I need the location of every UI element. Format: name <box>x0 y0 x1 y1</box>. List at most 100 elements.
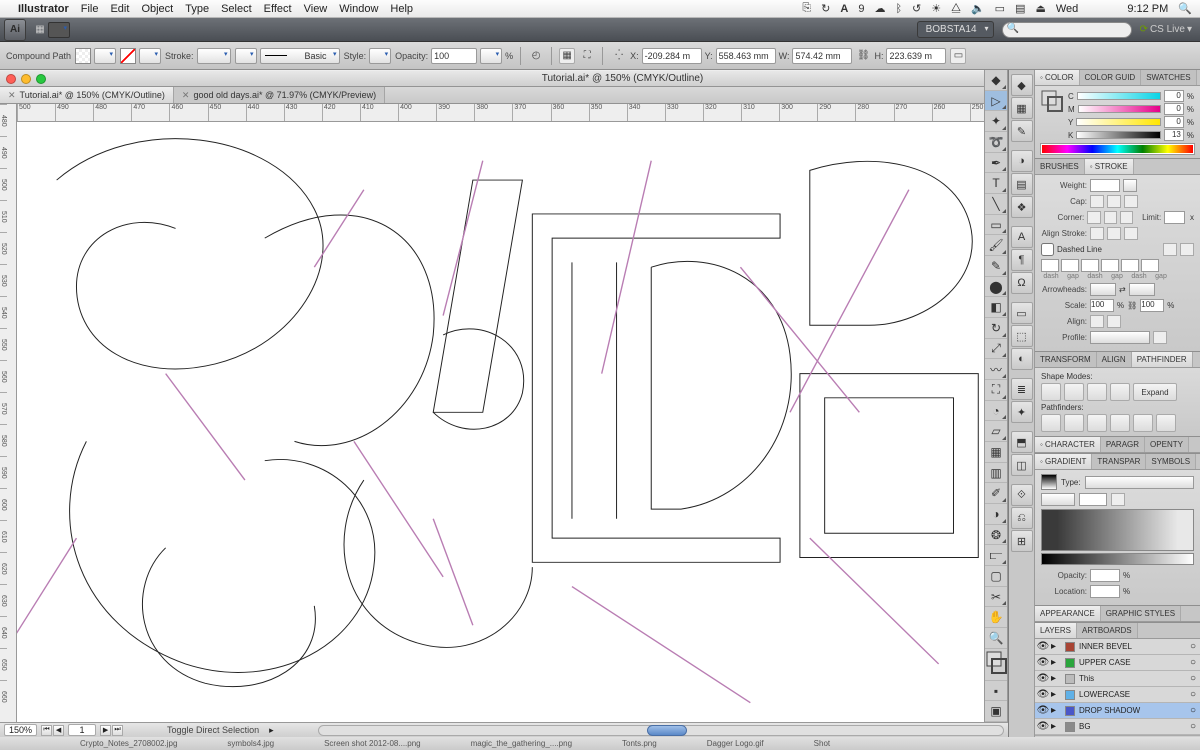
arrow-swap-icon[interactable]: ⇄ <box>1119 285 1126 294</box>
align-inside[interactable] <box>1107 227 1121 240</box>
arrow-align2[interactable] <box>1107 315 1121 328</box>
menu-help[interactable]: Help <box>390 3 413 15</box>
dock-item[interactable]: symbols4.jpg <box>227 739 274 748</box>
menu-window[interactable]: Window <box>339 3 378 15</box>
tab-close-icon[interactable]: ✕ <box>182 90 190 101</box>
panel-icon[interactable]: ✦ <box>1011 401 1033 423</box>
crop-button[interactable] <box>1110 414 1130 432</box>
nine-icon[interactable]: 9 <box>858 3 864 15</box>
intersect-button[interactable] <box>1087 383 1107 401</box>
layer-name[interactable]: LOWERCASE <box>1079 690 1186 699</box>
layer-target-icon[interactable]: ○ <box>1186 721 1200 732</box>
panel-icon[interactable]: ⟐ <box>1011 484 1033 506</box>
recolor-icon[interactable]: ◴ <box>528 48 544 64</box>
tool-direct-select[interactable]: ▷ <box>985 91 1007 112</box>
opacity-dd[interactable] <box>480 48 502 64</box>
layer-row[interactable]: 👁▸INNER BEVEL○ <box>1035 639 1200 655</box>
tool-color-mode[interactable]: ▪ <box>985 681 1007 702</box>
layer-expand-icon[interactable]: ▸ <box>1051 641 1061 652</box>
gradient-swatch[interactable] <box>1041 474 1057 490</box>
tool-type[interactable]: T <box>985 173 1007 194</box>
traffic-lights[interactable] <box>6 74 46 84</box>
panel-icon[interactable]: ◆ <box>1011 74 1033 96</box>
h-input[interactable]: 223.639 m <box>886 48 946 64</box>
menu-type[interactable]: Type <box>185 3 209 15</box>
opacity-input[interactable]: 100 <box>431 48 477 64</box>
panel-gradient[interactable]: ◦ GRADIENT TRANSPAR SYMBOLS Type: Opacit <box>1035 454 1200 606</box>
tool-eraser[interactable]: ◧ <box>985 297 1007 318</box>
brush-dd[interactable]: Basic <box>260 48 340 64</box>
divide-button[interactable] <box>1041 414 1061 432</box>
tool-screen-mode[interactable]: ▣ <box>985 701 1007 722</box>
tool-graph[interactable]: ⫍ <box>985 545 1007 566</box>
panel-icon-bar[interactable]: ◆ ▦ ✎ ◑ ▤ ❖ A ¶ Ω ▭ ⬚ ◐ ≣ ✦ ⬒ ◫ ⟐ ⎌ ⊞ <box>1009 70 1035 737</box>
battery-icon[interactable]: ▭ <box>995 2 1005 15</box>
color-c-input[interactable]: 0 <box>1164 90 1184 102</box>
dropbox-icon[interactable]: ⎘ <box>802 2 811 15</box>
expand-button[interactable]: Expand <box>1133 383 1177 401</box>
stroke-weight-dd[interactable] <box>197 48 231 64</box>
layer-target-icon[interactable]: ○ <box>1186 673 1200 684</box>
layer-name[interactable]: BG <box>1079 722 1186 731</box>
eject-icon[interactable]: ⏏ <box>1035 2 1045 15</box>
tool-free-transform[interactable]: ⛶ <box>985 380 1007 401</box>
dock-item[interactable]: Dagger Logo.gif <box>707 739 764 748</box>
layer-row[interactable]: 👁▸LOWERCASE○ <box>1035 687 1200 703</box>
tools-panel[interactable]: ◆ ▷ ✦ ➰ ✒ T ╲ ▭ 🖌 ✎ ⬤ ◧ ↻ ⤢ 〰 ⛶ ◔ ▱ ▦ ▥ … <box>984 70 1008 722</box>
more-icon[interactable]: ▭ <box>950 48 966 64</box>
fill-stroke-proxy-icon[interactable] <box>1041 90 1063 142</box>
layer-visibility-icon[interactable]: 👁 <box>1035 673 1051 684</box>
arrow-start[interactable] <box>1090 283 1116 296</box>
minimize-icon[interactable] <box>21 74 31 84</box>
layer-visibility-icon[interactable]: 👁 <box>1035 657 1051 668</box>
unite-button[interactable] <box>1041 383 1061 401</box>
panel-icon[interactable]: ▤ <box>1011 173 1033 195</box>
tab-opentype[interactable]: OPENTY <box>1145 437 1189 452</box>
layer-target-icon[interactable]: ○ <box>1186 641 1200 652</box>
zoom-input[interactable]: 150% <box>4 724 37 736</box>
dash-align2[interactable] <box>1180 243 1194 256</box>
bridge-icon[interactable]: ▦ <box>32 22 48 38</box>
tab-swatches[interactable]: SWATCHES <box>1141 70 1196 85</box>
outline-button[interactable] <box>1133 414 1153 432</box>
tool-blob[interactable]: ⬤ <box>985 277 1007 298</box>
menu-edit[interactable]: Edit <box>110 3 129 15</box>
stroke-swatch[interactable] <box>120 48 136 64</box>
menubar-clock[interactable]: 9:12 PM <box>1088 3 1168 15</box>
tab-artboards[interactable]: ARTBOARDS <box>1077 623 1138 638</box>
layer-expand-icon[interactable]: ▸ <box>1051 721 1061 732</box>
menu-file[interactable]: File <box>81 3 99 15</box>
panel-icon[interactable]: ¶ <box>1011 249 1033 271</box>
tool-artboard[interactable]: ▢ <box>985 566 1007 587</box>
link-wh-icon[interactable]: ⛓ <box>855 48 871 64</box>
gradient-ramp[interactable] <box>1041 509 1194 551</box>
cap-butt[interactable] <box>1090 195 1104 208</box>
style-dd[interactable] <box>369 48 391 64</box>
cs-live-button[interactable]: ⟳CS Live ▾ <box>1140 24 1192 35</box>
spotlight-icon[interactable]: 🔍 <box>1178 2 1192 15</box>
layer-name[interactable]: INNER BEVEL <box>1079 642 1186 651</box>
panel-icon[interactable]: ⊞ <box>1011 530 1033 552</box>
fill-dd[interactable] <box>94 48 116 64</box>
grad-location[interactable] <box>1090 585 1120 598</box>
panel-icon[interactable]: ❖ <box>1011 196 1033 218</box>
panel-icon[interactable]: ◑ <box>1011 150 1033 172</box>
doc-tab[interactable]: ✕Tutorial.ai* @ 150% (CMYK/Outline) <box>0 87 174 103</box>
tab-transparency[interactable]: TRANSPAR <box>1092 454 1146 469</box>
dock-item[interactable]: Screen shot 2012-08....png <box>324 739 421 748</box>
layer-expand-icon[interactable]: ▸ <box>1051 705 1061 716</box>
panel-icon[interactable]: ▭ <box>1011 302 1033 324</box>
tab-stroke[interactable]: ◦ STROKE <box>1085 159 1134 174</box>
tool-eyedropper[interactable]: ✐ <box>985 483 1007 504</box>
layer-expand-icon[interactable]: ▸ <box>1051 689 1061 700</box>
color-k-input[interactable]: 13 <box>1164 129 1184 141</box>
dock-item[interactable]: Shot <box>814 739 830 748</box>
panel-pathfinder[interactable]: TRANSFORM ALIGN PATHFINDER Shape Modes: … <box>1035 352 1200 437</box>
panel-color[interactable]: ◦ COLOR COLOR GUID SWATCHES C0% M0% Y0% … <box>1035 70 1200 159</box>
canvas[interactable] <box>17 122 1008 722</box>
fill-swatch[interactable] <box>75 48 91 64</box>
tab-close-icon[interactable]: ✕ <box>8 90 16 101</box>
brush-def-dd[interactable] <box>235 48 257 64</box>
sync-icon[interactable]: ↺ <box>912 2 921 15</box>
x-input[interactable]: -209.284 m <box>642 48 702 64</box>
